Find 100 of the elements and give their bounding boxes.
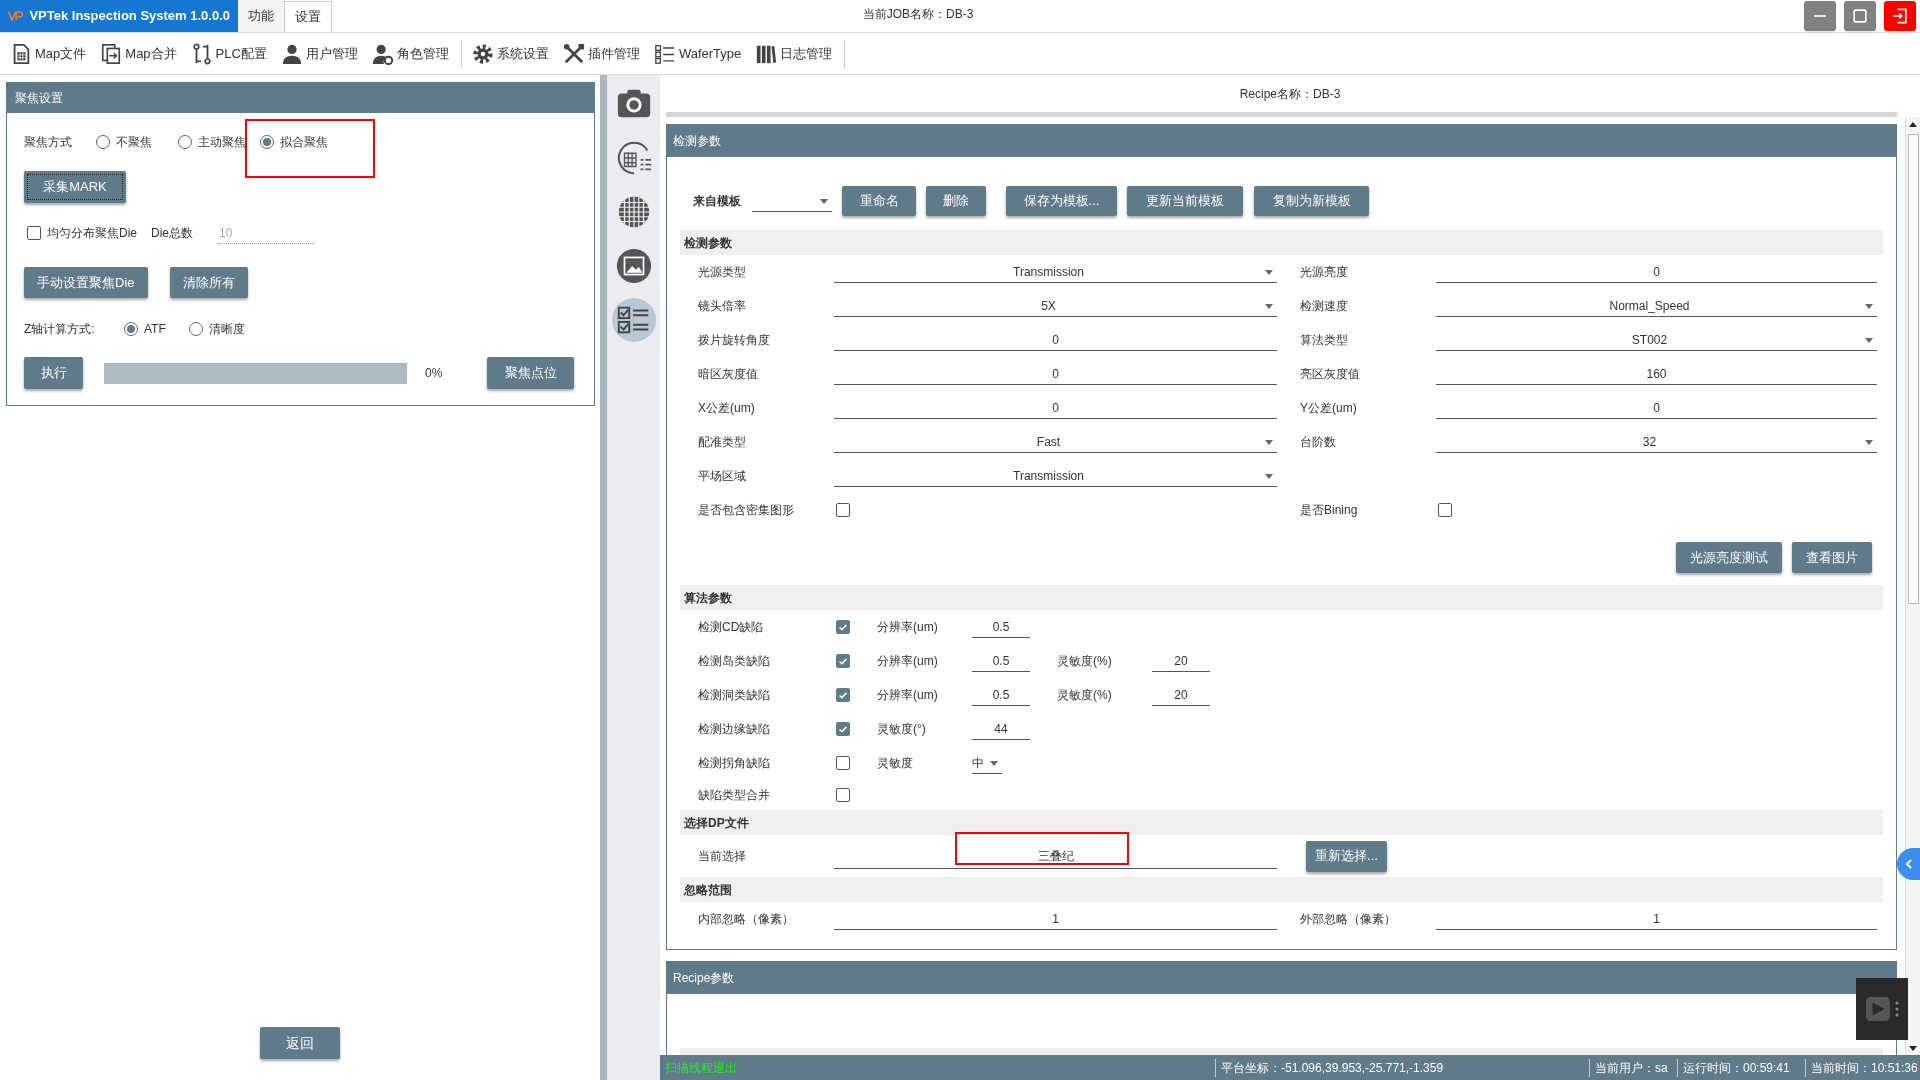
app-title: VPTek Inspection System 1.0.0.0 xyxy=(29,7,230,26)
capture-mark-button[interactable]: 采集MARK xyxy=(24,171,126,203)
toolbar-button[interactable]: 系统设置 xyxy=(471,42,549,65)
toolbar-button[interactable]: Map合并 xyxy=(100,42,177,65)
field-label: 分辨率(um) xyxy=(877,687,939,704)
caret-icon xyxy=(1265,304,1273,309)
toolbar-button[interactable]: Map文件 xyxy=(10,42,87,65)
input-field[interactable]: 三叠纪 xyxy=(834,843,1277,869)
radio-button[interactable] xyxy=(189,322,203,336)
side-tool-button[interactable] xyxy=(611,298,656,342)
dropdown[interactable]: ST002 xyxy=(1436,329,1877,351)
toolbar-button[interactable]: 用户管理 xyxy=(280,42,358,65)
input-field[interactable]: 0 xyxy=(1436,397,1877,419)
field-label: 镜头倍率 xyxy=(698,298,747,315)
field-label: 是否Bining xyxy=(1300,502,1359,519)
exit-icon[interactable] xyxy=(1884,1,1916,31)
input-field[interactable]: 1 xyxy=(1436,908,1877,930)
dropdown[interactable]: 中 xyxy=(972,752,1002,774)
focus-point-button[interactable]: 聚焦点位 xyxy=(487,357,574,389)
caret-icon xyxy=(1265,440,1273,445)
collapse-tab[interactable] xyxy=(1897,848,1920,880)
caret-icon xyxy=(1865,338,1873,343)
input-field[interactable]: 160 xyxy=(1436,363,1877,385)
status-text: 当前时间：10:51:36 xyxy=(1805,1058,1920,1077)
field-label: 暗区灰度值 xyxy=(698,366,759,383)
field-label: 内部忽略（像素） xyxy=(698,911,795,928)
checkbox[interactable] xyxy=(1438,503,1452,517)
action-button[interactable]: 查看图片 xyxy=(1792,542,1872,573)
template-button[interactable]: 保存为模板... xyxy=(1006,186,1117,216)
caret-icon xyxy=(1265,474,1273,479)
back-button[interactable]: 返回 xyxy=(260,1027,340,1059)
toolbar-button[interactable]: 日志管理 xyxy=(755,42,833,65)
template-button[interactable]: 重命名 xyxy=(842,186,916,216)
radio-button[interactable] xyxy=(96,135,110,149)
maximize-icon[interactable] xyxy=(1844,1,1876,31)
run-button[interactable]: 执行 xyxy=(24,357,83,389)
input-field[interactable]: 1 xyxy=(834,908,1277,930)
radio-button[interactable] xyxy=(124,322,138,336)
dropdown[interactable]: Transmission xyxy=(834,465,1277,487)
checkbox[interactable] xyxy=(836,620,850,634)
toolbar-button[interactable]: 角色管理 xyxy=(371,42,449,65)
field-label: 缺陷类型合并 xyxy=(698,787,771,804)
input-field[interactable]: 20 xyxy=(1152,650,1210,672)
menu-tab[interactable]: 功能 xyxy=(238,0,284,32)
checkbox[interactable] xyxy=(836,756,850,770)
job-name: 当前JOB名称：DB-3 xyxy=(862,6,974,23)
input-field[interactable]: 0 xyxy=(834,363,1277,385)
dropdown[interactable]: Normal_Speed xyxy=(1436,295,1877,317)
action-button[interactable]: 光源亮度测试 xyxy=(1676,542,1782,573)
input-field[interactable]: 0.5 xyxy=(972,684,1030,706)
more-icon xyxy=(1895,1001,1899,1017)
checkbox[interactable] xyxy=(836,788,850,802)
checkbox[interactable] xyxy=(836,654,850,668)
input-field[interactable]: 20 xyxy=(1152,684,1210,706)
input-field[interactable]: 0 xyxy=(1436,261,1877,283)
input-field[interactable]: 0 xyxy=(834,329,1277,351)
action-button[interactable]: 手动设置聚焦Die xyxy=(24,267,148,298)
radio-button[interactable] xyxy=(178,135,192,149)
status-message: 扫描线程退出 xyxy=(664,1059,738,1077)
progress-reading: 0% xyxy=(425,365,444,382)
menu-tab[interactable]: 设置 xyxy=(284,1,332,32)
field-label: 检测边缘缺陷 xyxy=(698,721,771,738)
toolbar-button[interactable]: WaferType xyxy=(653,42,742,65)
field-label: 分辨率(um) xyxy=(877,653,939,670)
template-button[interactable]: 复制为新模板 xyxy=(1254,186,1369,216)
checkbox[interactable] xyxy=(836,503,850,517)
input-field[interactable]: 44 xyxy=(972,718,1030,740)
dropdown[interactable]: 5X xyxy=(834,295,1277,317)
checkbox[interactable] xyxy=(836,722,850,736)
radio-button[interactable] xyxy=(260,135,274,149)
action-button[interactable]: 清除所有 xyxy=(169,267,248,298)
dropdown[interactable]: Fast xyxy=(834,431,1277,453)
field-label: 检测洞类缺陷 xyxy=(698,687,771,704)
section-title: 算法参数 xyxy=(684,589,732,607)
toolbar-button[interactable]: PLC配置 xyxy=(190,42,267,65)
input-field[interactable]: 0.5 xyxy=(972,616,1030,638)
field-label: 聚焦方式 xyxy=(24,134,73,151)
template-button[interactable]: 更新当前模板 xyxy=(1127,186,1243,216)
input-field[interactable]: 0 xyxy=(834,397,1277,419)
toolbar-button[interactable]: 插件管理 xyxy=(562,42,640,65)
dropdown[interactable]: 32 xyxy=(1436,431,1877,453)
field-label: Y公差(um) xyxy=(1300,400,1358,417)
minimize-icon[interactable] xyxy=(1804,1,1836,31)
scrollbar[interactable] xyxy=(1905,117,1920,1055)
panel-title: Recipe参数 xyxy=(673,970,735,987)
reselect-button[interactable]: 重新选择... xyxy=(1306,840,1387,872)
field-label: 灵敏度(%) xyxy=(1057,687,1113,704)
template-button[interactable]: 删除 xyxy=(926,186,986,216)
caret-icon xyxy=(820,199,828,204)
checkbox[interactable] xyxy=(27,226,41,240)
field-label: 来自模板 xyxy=(693,193,742,210)
dropdown[interactable]: Transmission xyxy=(834,261,1277,283)
caret-icon xyxy=(990,761,998,766)
user-gear-icon xyxy=(371,42,394,65)
radio-label: ATF xyxy=(144,321,166,338)
tools-icon xyxy=(562,42,585,65)
radio-label: 主动聚焦 xyxy=(198,134,246,151)
input-field[interactable]: 0.5 xyxy=(972,650,1030,672)
field-label: 检测速度 xyxy=(1300,298,1349,315)
checkbox[interactable] xyxy=(836,688,850,702)
